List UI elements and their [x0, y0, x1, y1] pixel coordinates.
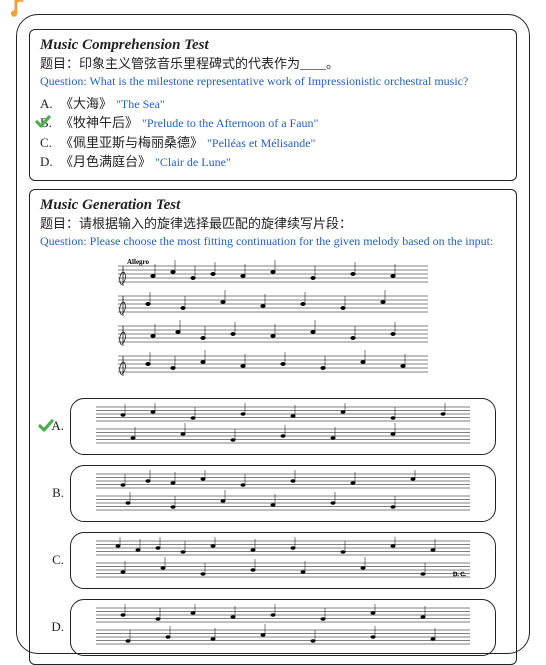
comprehension-options: A. 《大海》 "The Sea" B. 《牧神午后》 "Prelude to … — [40, 94, 506, 172]
option-text-zh: 《佩里亚斯与梅丽桑德》 — [60, 133, 203, 153]
option-b[interactable]: B. 《牧神午后》 "Prelude to the Afternoon of a… — [40, 113, 506, 133]
gen-option-d[interactable]: D. — [46, 599, 496, 656]
option-letter: D. — [40, 152, 56, 172]
gen-option-c[interactable]: C. D. C. — [46, 532, 496, 589]
comprehension-card: Music Comprehension Test 题目：印象主义管弦音乐里程碑式… — [29, 29, 517, 181]
option-d[interactable]: D. 《月色满庭台》 "Clair de Lune" — [40, 152, 506, 172]
option-text-zh: 《大海》 — [60, 94, 112, 114]
gen-option-b[interactable]: B. — [46, 465, 496, 522]
option-a[interactable]: A. 《大海》 "The Sea" — [40, 94, 506, 114]
option-score — [70, 398, 496, 455]
option-text-zh: 《月色满庭台》 — [60, 152, 151, 172]
generation-question-en: Question: Please choose the most fitting… — [40, 234, 506, 250]
option-c[interactable]: C. 《佩里亚斯与梅丽桑德》 "Pelléas et Mélisande" — [40, 133, 506, 153]
comprehension-title: Music Comprehension Test — [40, 36, 506, 54]
option-text-zh: 《牧神午后》 — [60, 113, 138, 133]
option-letter: A. — [46, 418, 64, 434]
option-text-en: "Prelude to the Afternoon of a Faun" — [142, 114, 318, 132]
option-text-en: "The Sea" — [116, 95, 165, 113]
option-letter: D. — [46, 619, 64, 635]
comprehension-question-en: Question: What is the milestone represen… — [40, 74, 506, 90]
tempo-text: Allegro — [127, 258, 150, 266]
option-score — [70, 465, 496, 522]
generation-title: Music Generation Test — [40, 196, 506, 214]
page: Music Comprehension Test 题目：印象主义管弦音乐里程碑式… — [0, 0, 546, 664]
generation-card: Music Generation Test 题目：请根据输入的旋律选择最匹配的旋… — [29, 189, 517, 665]
option-score — [70, 599, 496, 656]
generation-options: A. — [40, 398, 506, 656]
option-letter: C. — [46, 552, 64, 568]
option-score: D. C. — [70, 532, 496, 589]
option-letter: C. — [40, 133, 56, 153]
generation-question-zh: 题目：请根据输入的旋律选择最匹配的旋律续写片段： — [40, 215, 506, 233]
option-text-en: "Pelléas et Mélisande" — [207, 134, 315, 152]
option-letter: B. — [40, 113, 56, 133]
comprehension-question-zh: 题目：印象主义管弦音乐里程碑式的代表作为____。 — [40, 55, 506, 73]
option-letter: A. — [40, 94, 56, 114]
gen-option-a[interactable]: A. — [46, 398, 496, 455]
option-text-en: "Clair de Lune" — [155, 153, 231, 171]
option-letter: B. — [46, 485, 64, 501]
svg-text:D. C.: D. C. — [453, 572, 466, 578]
input-melody-score: Allegro — [113, 256, 433, 390]
outer-frame: Music Comprehension Test 题目：印象主义管弦音乐里程碑式… — [16, 14, 530, 654]
